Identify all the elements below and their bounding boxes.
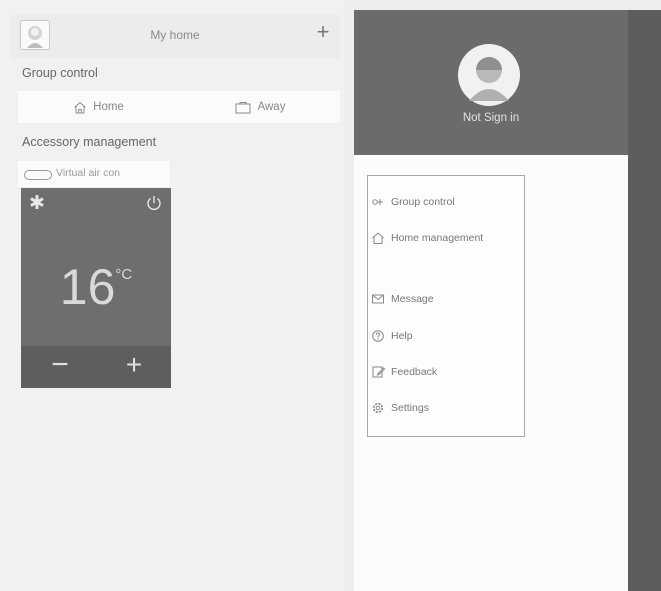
device-row[interactable]: Virtual air con (18, 161, 170, 187)
menu-item-message[interactable]: Message (368, 289, 524, 309)
menu-item-label: Group control (391, 196, 455, 208)
profile-avatar-icon[interactable] (457, 43, 521, 107)
temperature-unit: °C (115, 266, 133, 283)
snowflake-icon[interactable]: ✱ (29, 192, 45, 215)
device-name: Virtual air con (56, 167, 121, 179)
group-control-icon (371, 195, 385, 209)
menu-item-label: Feedback (391, 366, 438, 378)
home-scene-button[interactable]: Home (18, 91, 179, 123)
temperature-value: 16 (59, 259, 116, 315)
decrease-temperature-button[interactable]: − (43, 350, 77, 384)
accessory-management-heading: Accessory management (22, 135, 157, 149)
avatar-icon[interactable] (20, 20, 50, 50)
menu-item-settings[interactable]: Settings (368, 398, 524, 418)
air-conditioner-card[interactable]: ✱ 16°C − + (21, 188, 171, 388)
temperature-controls: − + (21, 346, 171, 388)
menu-item-label: Settings (391, 402, 429, 414)
scene-row: Home Away (18, 91, 340, 123)
away-scene-label: Away (257, 101, 286, 113)
home-icon (74, 101, 86, 113)
home-title[interactable]: My home (10, 15, 340, 55)
menu-item-group-control[interactable]: Group control (368, 192, 524, 212)
sign-in-label[interactable]: Not Sign in (354, 112, 628, 124)
device-toggle-icon[interactable] (24, 170, 52, 180)
menu-item-home-management[interactable]: Home management (368, 228, 524, 248)
menu-item-help[interactable]: Help (368, 326, 524, 346)
settings-icon (371, 401, 385, 415)
drawer-screen: Not Sign in Group control Home managemen… (354, 10, 661, 591)
feedback-icon (371, 365, 385, 379)
menu-item-label: Help (391, 330, 413, 342)
menu-item-label: Home management (391, 232, 484, 244)
increase-temperature-button[interactable]: + (117, 350, 151, 384)
add-icon[interactable]: + (312, 21, 334, 43)
temperature-display: 16°C (21, 258, 171, 316)
home-icon (371, 231, 385, 245)
away-scene-button[interactable]: Away (179, 91, 340, 123)
away-icon (235, 101, 251, 113)
menu-item-feedback[interactable]: Feedback (368, 362, 524, 382)
dimmed-background[interactable] (628, 10, 661, 591)
top-bar: My home + (10, 15, 340, 59)
drawer-menu: Group control Home management Message He… (367, 175, 525, 437)
message-icon (371, 292, 385, 306)
help-icon (371, 329, 385, 343)
power-icon[interactable] (145, 194, 163, 212)
home-screen: My home + Group control Home Away Access… (0, 0, 345, 591)
profile-header: Not Sign in (354, 10, 661, 155)
menu-item-label: Message (391, 293, 434, 305)
group-control-heading: Group control (22, 66, 98, 80)
home-scene-label: Home (93, 101, 124, 113)
